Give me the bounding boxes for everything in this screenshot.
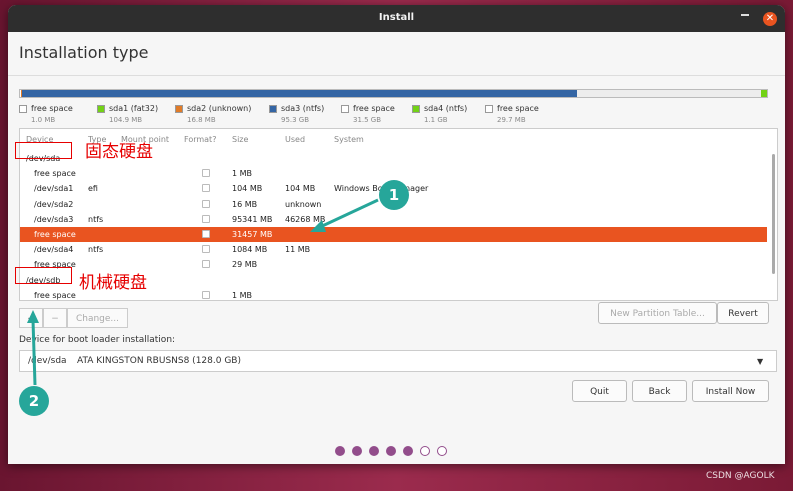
arrow-1-head xyxy=(310,220,326,232)
annotation-marker-2: 2 xyxy=(19,386,49,416)
arrow-2-line xyxy=(31,319,37,386)
arrow-2-head xyxy=(27,310,39,323)
annotation-arrows xyxy=(27,198,379,386)
arrow-1-line xyxy=(317,198,379,230)
watermark: CSDN @AGOLK xyxy=(706,471,775,481)
annotation-marker-1: 1 xyxy=(379,180,409,210)
